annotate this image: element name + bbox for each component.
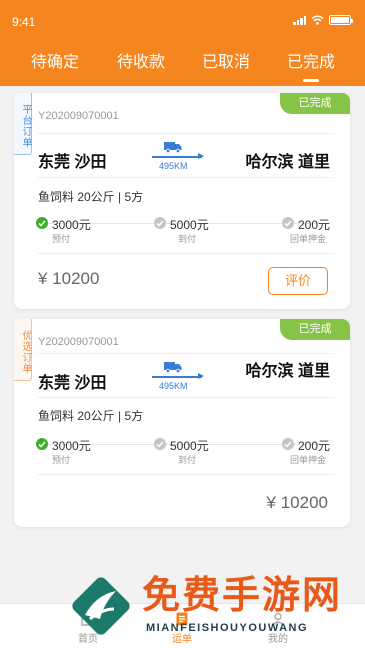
payment-amount: 5000元 <box>170 439 209 453</box>
order-card[interactable]: 平台订单 已完成 Y202009070001 东莞 沙田 495KM 哈尔滨 道… <box>14 93 350 309</box>
payment-amount: 200元 <box>298 218 331 232</box>
status-icons <box>293 15 353 25</box>
origin-city: 东莞 沙田 <box>38 375 107 392</box>
profile-icon <box>271 612 285 626</box>
truck-icon <box>164 142 182 153</box>
payment-label: 到付 <box>178 455 197 465</box>
check-icon <box>36 217 48 229</box>
divider <box>38 133 334 134</box>
divider <box>38 253 334 254</box>
route-line <box>152 156 202 158</box>
home-icon <box>81 612 95 626</box>
nav-label: 运单 <box>172 634 192 645</box>
check-icon <box>282 438 294 450</box>
check-icon <box>282 217 294 229</box>
bottom-nav: 首页 运单 我的 <box>0 603 365 648</box>
distance: 495KM <box>159 381 188 391</box>
nav-item-home[interactable]: 首页 <box>68 604 108 648</box>
tab-pending-confirm[interactable]: 待确定 <box>10 52 100 74</box>
app-header: 9:41 待确定 待收款 已取消 已完成 <box>0 0 365 86</box>
order-card[interactable]: 优选订单 已完成 Y202009070001 东莞 沙田 495KM 哈尔滨 道… <box>14 319 350 527</box>
nav-label: 我的 <box>268 634 288 645</box>
nav-label: 首页 <box>78 634 98 645</box>
order-price: ¥ 10200 <box>38 269 100 288</box>
check-icon <box>36 438 48 450</box>
review-button[interactable]: 评价 <box>268 267 328 295</box>
cargo-info: 鱼饲料 20公斤 | 5方 <box>38 190 144 204</box>
arrow-right-icon <box>198 373 204 379</box>
payment-amount: 200元 <box>298 439 331 453</box>
payment-label: 回单押金 <box>290 455 327 465</box>
check-icon <box>154 217 166 229</box>
cargo-info: 鱼饲料 20公斤 | 5方 <box>38 409 144 423</box>
origin-city: 东莞 沙田 <box>38 154 107 171</box>
route-indicator: 495KM <box>152 361 204 397</box>
payment-label: 到付 <box>178 234 197 244</box>
arrow-right-icon <box>198 153 204 159</box>
payment-amount: 3000元 <box>52 439 91 453</box>
payment-label: 预付 <box>52 455 71 465</box>
nav-item-waybill[interactable]: 运单 <box>162 604 202 648</box>
order-tabs: 待确定 待收款 已取消 已完成 <box>0 52 365 82</box>
payment-label: 回单押金 <box>290 234 327 244</box>
truck-icon <box>164 362 182 373</box>
divider <box>38 177 334 178</box>
divider <box>38 353 334 354</box>
battery-icon <box>329 15 353 25</box>
check-icon <box>154 438 166 450</box>
waybill-icon <box>176 612 188 626</box>
order-number: Y202009070001 <box>38 110 119 122</box>
payment-label: 预付 <box>52 234 71 244</box>
order-price: ¥ 10200 <box>266 493 328 512</box>
order-type-tag: 优选订单 <box>14 319 32 381</box>
divider <box>38 474 334 475</box>
payment-amount: 5000元 <box>170 218 209 232</box>
order-number: Y202009070001 <box>38 336 119 348</box>
signal-icon <box>293 15 306 25</box>
status-badge: 已完成 <box>280 93 350 114</box>
destination-city: 哈尔滨 道里 <box>245 363 330 380</box>
tab-pending-payment[interactable]: 待收款 <box>96 52 186 74</box>
status-bar: 9:41 <box>0 0 365 30</box>
nav-item-profile[interactable]: 我的 <box>258 604 298 648</box>
destination-city: 哈尔滨 道里 <box>245 154 330 171</box>
status-time: 9:41 <box>12 15 36 29</box>
distance: 495KM <box>159 161 188 171</box>
route-indicator: 495KM <box>152 141 204 177</box>
status-badge: 已完成 <box>280 319 350 340</box>
divider <box>38 397 334 398</box>
tab-completed[interactable]: 已完成 <box>266 52 356 82</box>
route-line <box>152 376 202 378</box>
tab-cancelled[interactable]: 已取消 <box>181 52 271 74</box>
wifi-icon <box>311 15 324 25</box>
payment-amount: 3000元 <box>52 218 91 232</box>
order-type-tag: 平台订单 <box>14 93 32 155</box>
